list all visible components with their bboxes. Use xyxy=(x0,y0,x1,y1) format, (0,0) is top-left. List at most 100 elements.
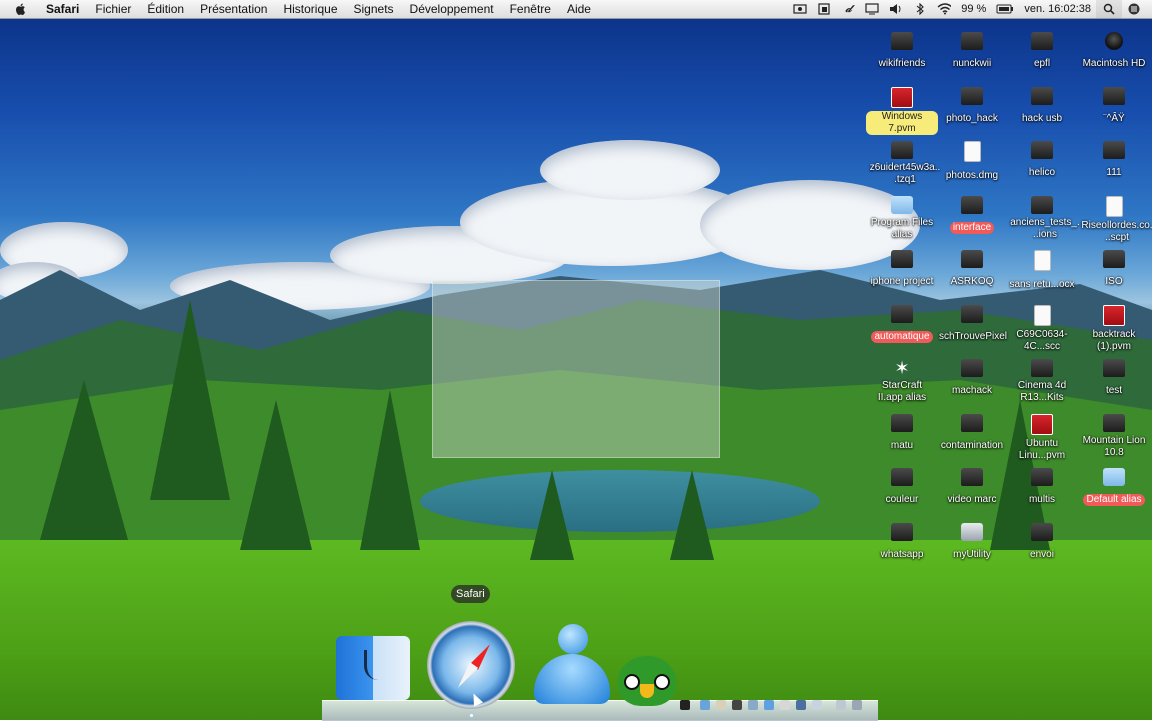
desktop-icon[interactable]: nunckwii xyxy=(936,28,1008,71)
desktop-icon-label: Cinema 4d R13...Kits xyxy=(1017,380,1067,403)
menu-app-name[interactable]: Safari xyxy=(38,0,87,18)
dock-mini-icon[interactable] xyxy=(812,700,822,710)
desktop-icon[interactable]: multis xyxy=(1006,464,1078,507)
dock-tooltip: Safari xyxy=(451,585,490,603)
desktop-icon[interactable]: Ubuntu Linu...pvm xyxy=(1006,410,1078,463)
script-icon[interactable]: 𝒹 xyxy=(841,3,855,15)
desktop-icon[interactable]: ASRKOQ xyxy=(936,246,1008,289)
desktop-icon[interactable]: Default alias xyxy=(1078,464,1150,507)
finder-icon[interactable] xyxy=(336,636,410,700)
desktop-icon-label: 111 xyxy=(1106,167,1122,178)
menu-signets[interactable]: Signets xyxy=(346,0,402,18)
folder-icon xyxy=(1031,86,1053,105)
dock-mini-icon[interactable] xyxy=(700,700,710,710)
tree xyxy=(150,300,230,500)
wifi-icon[interactable] xyxy=(937,3,952,15)
bluetooth-icon[interactable] xyxy=(913,3,927,15)
parrot-app-icon[interactable] xyxy=(618,656,676,706)
menu-fenetre[interactable]: Fenêtre xyxy=(502,0,559,18)
menu-historique[interactable]: Historique xyxy=(275,0,345,18)
desktop-icon[interactable]: 111 xyxy=(1078,137,1150,180)
desktop-icon[interactable]: Macintosh HD xyxy=(1078,28,1150,71)
menubar-clock[interactable]: ven. 16:02:38 xyxy=(1019,3,1096,15)
desktop-icon[interactable]: photo_hack xyxy=(936,83,1008,126)
menu-presentation[interactable]: Présentation xyxy=(192,0,275,18)
desktop-icon[interactable]: photos.dmg xyxy=(936,137,1008,183)
dock-mini-icon[interactable] xyxy=(764,700,774,710)
desktop-icon[interactable]: Mountain Lion 10.8 xyxy=(1078,410,1150,460)
folder-icon xyxy=(891,141,913,159)
desktop-icon[interactable]: backtrack (1).pvm xyxy=(1078,301,1150,354)
menu-fichier[interactable]: Fichier xyxy=(87,0,139,18)
dock-mini-icon[interactable] xyxy=(852,700,862,710)
spotlight-search-icon[interactable] xyxy=(1096,0,1122,18)
desktop-icon-label: z6uidert45w3a...tzq1 xyxy=(869,162,941,185)
folder-icon xyxy=(1031,468,1053,486)
desktop-icon[interactable]: machack xyxy=(936,355,1008,398)
folder-icon xyxy=(891,195,913,214)
dock-mini-icon[interactable] xyxy=(748,700,758,710)
folder-icon xyxy=(961,86,983,105)
desktop-icon[interactable]: myUtility xyxy=(936,519,1008,562)
terminal-icon[interactable] xyxy=(680,700,690,710)
dock-mini-icon[interactable] xyxy=(780,700,790,710)
desktop-icon[interactable]: ¨^ÂŸ xyxy=(1078,83,1150,126)
desktop-icon-grid: wikifriends nunckwii epfl Macintosh HD Windo… xyxy=(866,24,1152,664)
desktop-icon[interactable]: envoi xyxy=(1006,519,1078,562)
desktop-icon[interactable]: wikifriends xyxy=(866,28,938,71)
volume-icon[interactable] xyxy=(889,3,903,15)
desktop-icon[interactable]: whatsapp xyxy=(866,519,938,562)
folder-icon xyxy=(891,250,913,268)
desktop-icon[interactable]: epfl xyxy=(1006,28,1078,71)
battery-icon[interactable] xyxy=(996,3,1014,15)
folder-icon xyxy=(1031,359,1053,377)
dock-mini-icon[interactable] xyxy=(836,700,846,710)
tree xyxy=(360,390,420,550)
desktop-icon[interactable]: Riseollordes.co...scpt xyxy=(1078,192,1152,245)
messenger-buddy-icon[interactable] xyxy=(528,624,614,704)
desktop-icon[interactable]: anciens_tests_...ions xyxy=(1006,192,1080,242)
desktop-icon[interactable]: matu xyxy=(866,410,938,453)
dock-mini-icon[interactable] xyxy=(796,700,806,710)
folder-icon xyxy=(961,195,983,214)
desktop-icon[interactable]: interface xyxy=(936,192,1008,235)
desktop-icon[interactable]: ✶ StarCraft II.app alias xyxy=(866,355,938,405)
desktop-icon[interactable]: test xyxy=(1078,355,1150,398)
apple-logo-icon[interactable] xyxy=(14,2,28,16)
desktop-icon[interactable]: couleur xyxy=(866,464,938,507)
window-icon[interactable] xyxy=(817,3,831,15)
dock-mini-icon[interactable] xyxy=(716,700,726,710)
desktop-icon[interactable]: automatique xyxy=(866,301,938,344)
cloud xyxy=(540,140,720,200)
list-menu-icon[interactable] xyxy=(1127,3,1141,15)
desktop-icon[interactable]: schTrouvePixel xyxy=(936,301,1008,344)
menu-aide[interactable]: Aide xyxy=(559,0,599,18)
desktop-icon[interactable]: C69C0634-4C...scc xyxy=(1006,301,1078,354)
desktop-icon[interactable]: Program Files alias xyxy=(866,192,938,242)
menu-developpement[interactable]: Développement xyxy=(402,0,502,18)
desktop-icon[interactable]: contamination xyxy=(936,410,1008,453)
desktop-icon[interactable]: Cinema 4d R13...Kits xyxy=(1006,355,1078,405)
desktop-icon[interactable]: video marc xyxy=(936,464,1008,507)
desktop-icon[interactable]: helico xyxy=(1006,137,1078,180)
desktop-icon-label: test xyxy=(1105,385,1123,396)
desktop-icon[interactable]: hack usb xyxy=(1006,83,1078,126)
folder-icon xyxy=(1103,86,1125,105)
folder-icon xyxy=(1103,250,1125,268)
desktop-icon[interactable]: z6uidert45w3a...tzq1 xyxy=(866,137,940,187)
desktop-icon[interactable]: ISO xyxy=(1078,246,1150,289)
desktop-icon[interactable]: Windows 7.pvm xyxy=(866,83,938,136)
display-icon[interactable] xyxy=(865,3,879,15)
desktop-icon[interactable]: sans retu...ocx xyxy=(1006,246,1078,292)
folder-icon xyxy=(1103,141,1125,159)
menu-edition[interactable]: Édition xyxy=(139,0,192,18)
desktop-icon-label: Default alias xyxy=(1083,494,1145,506)
desktop-icon-label: wikifriends xyxy=(878,58,926,69)
folder-icon xyxy=(891,468,913,486)
folder-icon xyxy=(1103,468,1125,486)
battery-percent[interactable]: 99 % xyxy=(956,3,991,15)
desktop-icon[interactable]: iphone project xyxy=(866,246,938,289)
dock-mini-icon[interactable] xyxy=(732,700,742,710)
desktop-icon-label: ISO xyxy=(1105,276,1123,287)
screen-capture-icon[interactable] xyxy=(793,3,807,15)
